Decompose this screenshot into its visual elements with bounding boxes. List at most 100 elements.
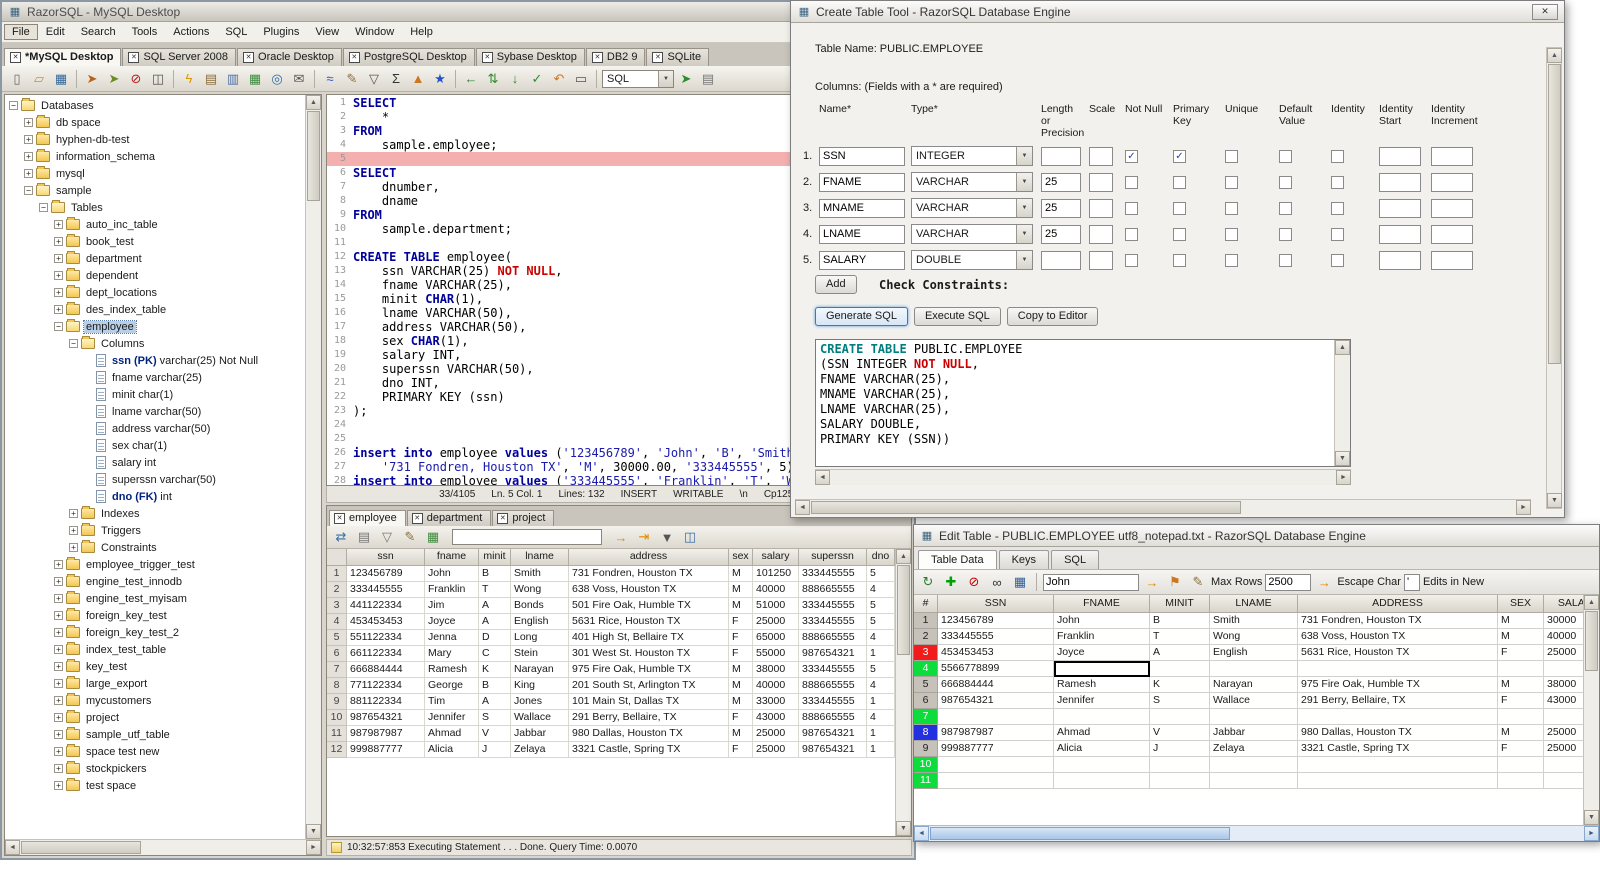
tree-item[interactable]: + stockpickers <box>5 760 305 777</box>
pin-icon[interactable]: ⚑ <box>1165 572 1185 592</box>
scrollbar-thumb[interactable] <box>897 565 910 655</box>
column-type-dropdown[interactable]: INTEGER ▼ <box>911 146 1033 167</box>
expand-icon[interactable]: + <box>54 611 63 620</box>
table-row[interactable]: 3 441122334 Jim A Bonds 501 Fire Oak, Humble … <box>327 598 895 614</box>
table-row[interactable]: 4 453453453 Joyce A English 5631 Rice, Housto… <box>327 614 895 630</box>
globe-icon[interactable]: ◎ <box>267 69 287 89</box>
edit-grid-vertical-scrollbar[interactable]: ▲ ▼ <box>1583 595 1599 825</box>
cell-salary[interactable]: 25000 <box>1544 725 1583 741</box>
column-header-lname[interactable]: lname <box>511 549 569 566</box>
row-search-input[interactable] <box>1043 573 1139 591</box>
cell-minit[interactable]: S <box>1150 693 1210 709</box>
table-row[interactable]: 1 123456789 John B Smith 731 Fondren, Houston… <box>914 613 1583 629</box>
scroll-down-icon[interactable]: ▼ <box>306 824 321 839</box>
connection-tab[interactable]: ✕ PostgreSQL Desktop <box>342 48 475 66</box>
collapse-icon[interactable]: − <box>54 322 63 331</box>
close-tab-icon[interactable]: ✕ <box>128 51 140 63</box>
generate-sql-button[interactable]: Generate SQL <box>815 307 908 326</box>
escape-char-input[interactable] <box>1403 573 1420 591</box>
expand-icon[interactable]: + <box>54 237 63 246</box>
expand-icon[interactable]: + <box>54 628 63 637</box>
table-row[interactable]: 7 <box>914 709 1583 725</box>
cell-ssn[interactable]: 5566778899 <box>938 661 1054 677</box>
primary-key-checkbox[interactable] <box>1173 227 1186 241</box>
connection-tab[interactable]: ✕ Oracle Desktop <box>237 48 342 66</box>
length-input[interactable] <box>1041 198 1081 218</box>
execute-query-icon[interactable]: ≈ <box>320 69 340 89</box>
new-document-icon[interactable]: ▯ <box>7 69 27 89</box>
cell-lname[interactable]: Wallace <box>1210 693 1298 709</box>
cell-salary[interactable]: 30000 <box>1544 613 1583 629</box>
tree-item[interactable]: sex char(1) <box>5 437 305 454</box>
cell-fname[interactable]: Franklin <box>1054 629 1150 645</box>
tree-item[interactable]: + book_test <box>5 233 305 250</box>
results-go-icon[interactable]: → <box>611 527 631 547</box>
sql-statement-dropdown[interactable]: SQL ▼ <box>602 69 674 88</box>
default-value-checkbox[interactable] <box>1279 175 1292 189</box>
tab-sql[interactable]: SQL <box>1051 550 1100 569</box>
cell-sex[interactable]: M <box>1498 613 1544 629</box>
identity-checkbox[interactable] <box>1331 149 1344 163</box>
tree-item[interactable]: + engine_test_innodb <box>5 573 305 590</box>
collapse-icon[interactable]: − <box>9 101 18 110</box>
open-folder-icon[interactable]: ▱ <box>29 69 49 89</box>
refresh-icon[interactable]: ↻ <box>918 572 938 592</box>
identity-start-input[interactable] <box>1379 198 1421 218</box>
expand-icon[interactable]: + <box>54 594 63 603</box>
scale-input[interactable] <box>1089 198 1113 218</box>
notes-icon[interactable]: ▤ <box>698 69 718 89</box>
cell-salary[interactable]: 43000 <box>1544 693 1583 709</box>
scrollbar-thumb[interactable] <box>811 501 1241 514</box>
main-title-bar[interactable]: ▦ RazorSQL - MySQL Desktop <box>2 2 914 22</box>
tree-item[interactable]: + Constraints <box>5 539 305 556</box>
search-go-icon[interactable]: → <box>1142 572 1162 592</box>
cell-lname[interactable] <box>1210 757 1298 773</box>
expand-icon[interactable]: + <box>54 747 63 756</box>
identity-start-input[interactable] <box>1379 250 1421 270</box>
scrollbar-thumb[interactable] <box>1585 611 1598 671</box>
expand-icon[interactable]: + <box>54 696 63 705</box>
cell-sex[interactable]: F <box>1498 693 1544 709</box>
scroll-up-icon[interactable]: ▲ <box>1584 595 1599 610</box>
expand-icon[interactable]: + <box>54 560 63 569</box>
tree-item[interactable]: + large_export <box>5 675 305 692</box>
sql-vertical-scrollbar[interactable]: ▲ ▼ <box>1334 340 1350 466</box>
filter-icon[interactable]: ▽ <box>364 69 384 89</box>
cell-address[interactable] <box>1298 757 1498 773</box>
results-export-icon[interactable]: ▤ <box>354 527 374 547</box>
cell-sex[interactable] <box>1498 661 1544 677</box>
tree-item[interactable]: + dependent <box>5 267 305 284</box>
edit-grid-horizontal-scrollbar[interactable]: ◄ ► <box>914 825 1599 841</box>
menu-edit[interactable]: Edit <box>38 24 73 40</box>
cell-ssn[interactable]: 987654321 <box>938 693 1054 709</box>
column-header-address[interactable]: address <box>569 549 729 566</box>
cell-lname[interactable]: Smith <box>1210 613 1298 629</box>
tree-item[interactable]: + foreign_key_test_2 <box>5 624 305 641</box>
cell-ssn[interactable] <box>938 709 1054 725</box>
scrollbar-thumb[interactable] <box>930 827 1230 840</box>
row-number[interactable]: 1 <box>914 613 938 629</box>
chart-icon[interactable]: ▲ <box>408 69 428 89</box>
scroll-left-icon[interactable]: ◄ <box>795 500 810 515</box>
scroll-left-icon[interactable]: ◄ <box>5 840 20 855</box>
cell-address[interactable] <box>1298 661 1498 677</box>
tree-item[interactable]: + key_test <box>5 658 305 675</box>
column-header-salary[interactable]: salary <box>753 549 799 566</box>
close-tab-icon[interactable]: ✕ <box>591 51 603 63</box>
result-tab-employee[interactable]: ✕ employee <box>329 510 406 526</box>
results-vertical-scrollbar[interactable]: ▲ ▼ <box>895 549 911 836</box>
identity-checkbox[interactable] <box>1331 201 1344 215</box>
column-name-input[interactable] <box>819 146 905 166</box>
unique-checkbox[interactable] <box>1225 201 1238 215</box>
cell-fname[interactable] <box>1054 773 1150 789</box>
tree-item[interactable]: + auto_inc_table <box>5 216 305 233</box>
menu-file[interactable]: File <box>4 24 38 40</box>
table-row[interactable]: 6 661122334 Mary C Stein 301 West St. Houston… <box>327 646 895 662</box>
table-row[interactable]: 4 5566778899 <box>914 661 1583 677</box>
plug-icon[interactable]: ➤ <box>676 69 696 89</box>
scroll-up-icon[interactable]: ▲ <box>896 549 911 564</box>
tree-item[interactable]: + test space <box>5 777 305 794</box>
cell-lname[interactable]: Jabbar <box>1210 725 1298 741</box>
expand-icon[interactable]: + <box>69 543 78 552</box>
close-icon[interactable]: ✕ <box>1532 3 1558 20</box>
